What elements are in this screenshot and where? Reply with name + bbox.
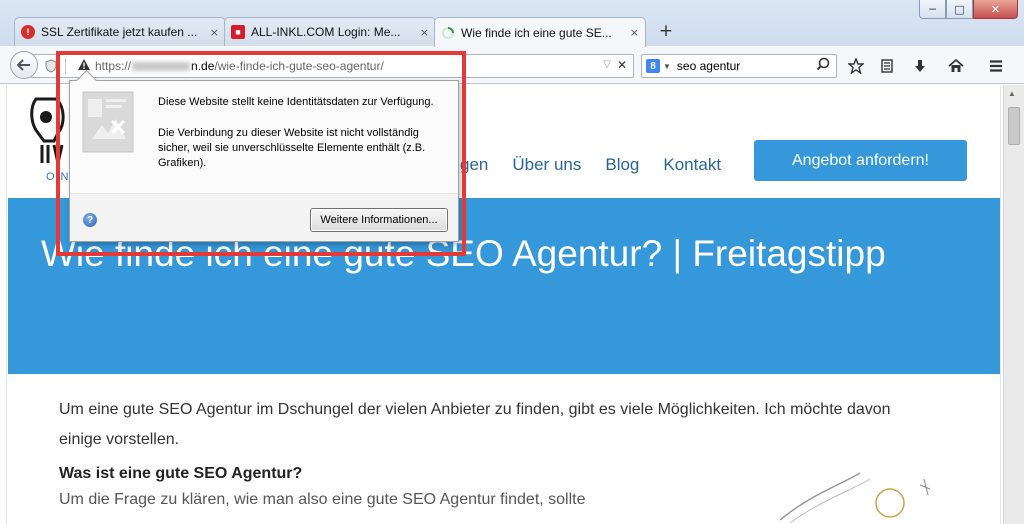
allinkl-favicon-icon: ■ <box>231 25 245 39</box>
download-icon[interactable] <box>912 58 928 77</box>
back-arrow-icon <box>17 59 30 71</box>
minimize-button[interactable]: ─ <box>919 0 946 19</box>
tab-title: ALL-INKL.COM Login: Me... <box>251 25 401 39</box>
nav-item-blog[interactable]: Blog <box>605 155 639 175</box>
url-host: n.de <box>191 59 215 73</box>
tab-close-icon[interactable]: × <box>210 26 219 39</box>
redacted-domain <box>132 61 191 71</box>
request-offer-button[interactable]: Angebot anfordern! <box>754 140 967 181</box>
back-button[interactable] <box>10 51 38 79</box>
site-identity-popup: Diese Website stellt keine Identitätsdat… <box>69 80 459 242</box>
url-bar[interactable]: https:// n.de /wie-finde-ich-gute-seo-ag… <box>30 54 634 78</box>
popup-footer: ? Weitere Informationen... <box>70 193 458 241</box>
title-bar: ─ □ ✕ ! SSL Zertifikate jetzt kaufen ...… <box>0 0 1024 47</box>
window-controls: ─ □ ✕ <box>919 0 1018 19</box>
menu-icon[interactable] <box>988 58 1004 77</box>
new-tab-button[interactable]: + <box>652 17 680 45</box>
tab-title: Wie finde ich eine gute SE... <box>461 25 612 40</box>
tab-allinkl[interactable]: ■ ALL-INKL.COM Login: Me... × <box>224 17 436 46</box>
tab-strip: ! SSL Zertifikate jetzt kaufen ... × ■ A… <box>14 17 680 47</box>
scroll-up-icon[interactable]: ▲ <box>1008 89 1016 98</box>
maximize-button[interactable]: □ <box>946 0 973 19</box>
close-window-button[interactable]: ✕ <box>973 0 1018 19</box>
stop-load-icon[interactable]: ✕ <box>617 58 627 72</box>
mixed-content-message: Die Verbindung zu dieser Website ist nic… <box>158 127 426 169</box>
identity-unknown-icon <box>82 91 134 153</box>
url-scheme: https:// <box>95 59 132 73</box>
g-logo-icon[interactable]: 8 <box>646 59 660 73</box>
intro-paragraph: Um eine gute SEO Agentur im Dschungel de… <box>59 401 891 448</box>
navigation-bar: https:// n.de /wie-finde-ich-gute-seo-ag… <box>0 46 1024 84</box>
nav-item-leistungen[interactable]: gen <box>460 155 488 175</box>
search-icon[interactable] <box>816 57 830 75</box>
help-icon[interactable]: ? <box>83 213 97 227</box>
loading-spinner-icon <box>441 26 455 40</box>
tab-title: SSL Zertifikate jetzt kaufen ... <box>41 25 198 39</box>
url-path: /wie-finde-ich-gute-seo-agentur/ <box>214 59 384 73</box>
reader-list-icon[interactable] <box>879 58 895 77</box>
site-nav: gen Über uns Blog Kontakt <box>460 155 745 175</box>
more-information-button[interactable]: Weitere Informationen... <box>310 208 448 232</box>
identity-shield-icon[interactable] <box>45 59 59 73</box>
url-dropdown-icon[interactable]: ▽ <box>603 59 611 70</box>
engine-dropdown-icon[interactable]: ▼ <box>663 62 671 71</box>
tab-close-icon[interactable]: × <box>420 26 429 39</box>
nav-item-ueber-uns[interactable]: Über uns <box>512 155 581 175</box>
tab-seo-agentur[interactable]: Wie finde ich eine gute SE... × <box>434 17 646 47</box>
tab-close-icon[interactable]: × <box>630 26 639 39</box>
separator <box>65 58 73 74</box>
nav-item-kontakt[interactable]: Kontakt <box>663 155 721 175</box>
identity-message: Diese Website stellt keine Identitätsdat… <box>158 96 434 108</box>
vertical-scrollbar[interactable]: ▲ <box>1003 85 1024 524</box>
star-icon[interactable] <box>847 57 865 77</box>
ssl-favicon-icon: ! <box>21 25 35 39</box>
tab-ssl[interactable]: ! SSL Zertifikate jetzt kaufen ... × <box>14 17 226 46</box>
scrollbar-thumb[interactable] <box>1008 107 1020 145</box>
search-bar[interactable]: 8 ▼ seo agentur <box>641 54 837 78</box>
home-icon[interactable] <box>948 58 964 77</box>
search-input[interactable]: seo agentur <box>677 59 740 73</box>
sketch-illustration <box>779 472 931 524</box>
